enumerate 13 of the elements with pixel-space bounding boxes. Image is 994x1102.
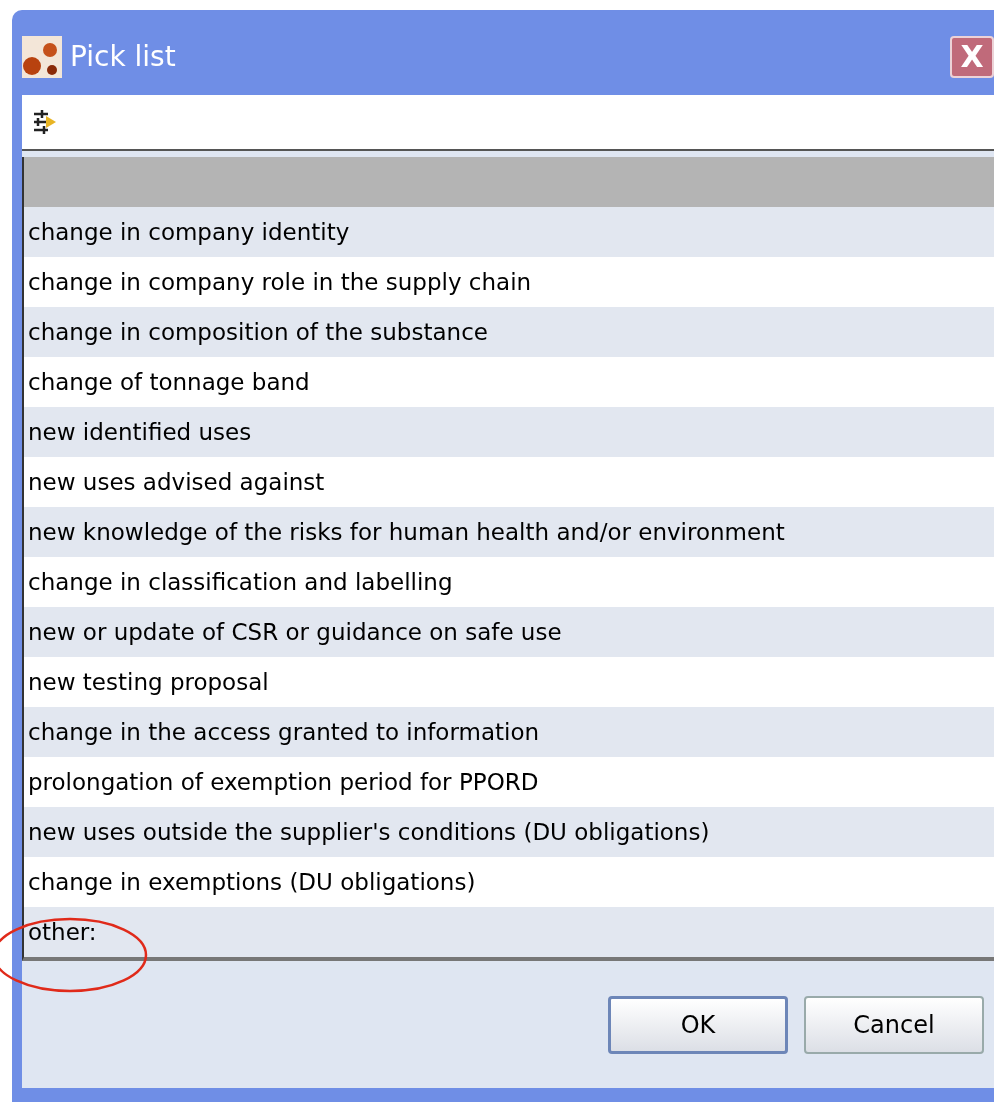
list-item[interactable]: change of tonnage band xyxy=(24,357,994,407)
list-item[interactable]: change in classification and labelling xyxy=(24,557,994,607)
window-title: Pick list xyxy=(70,38,176,75)
list-item[interactable]: change in exemptions (DU obligations) xyxy=(24,857,994,907)
list-item[interactable]: prolongation of exemption period for PPORD xyxy=(24,757,994,807)
app-icon xyxy=(22,35,62,78)
close-button[interactable]: X xyxy=(950,35,994,78)
dialog-button[interactable]: Cancel xyxy=(804,995,984,1054)
list-item[interactable]: change in company role in the supply chain xyxy=(24,257,994,307)
list-item[interactable]: new uses advised against xyxy=(24,457,994,507)
list-item[interactable]: new testing proposal xyxy=(24,657,994,707)
dialog-button[interactable]: OK xyxy=(608,995,788,1054)
filter-icon[interactable] xyxy=(32,108,58,136)
